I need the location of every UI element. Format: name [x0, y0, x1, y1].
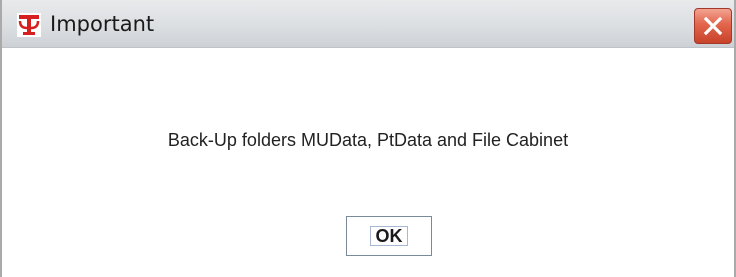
- title-bar[interactable]: Important: [2, 0, 734, 48]
- app-logo-icon: [16, 12, 42, 38]
- dialog-title: Important: [50, 12, 155, 36]
- ok-button-label: OK: [375, 226, 403, 246]
- dialog-window: Important Back-Up folders MUData, PtData…: [0, 0, 736, 277]
- dialog-message: Back-Up folders MUData, PtData and File …: [167, 130, 569, 150]
- ok-button[interactable]: OK: [346, 216, 432, 256]
- close-icon: [703, 16, 723, 36]
- close-button[interactable]: [694, 8, 732, 44]
